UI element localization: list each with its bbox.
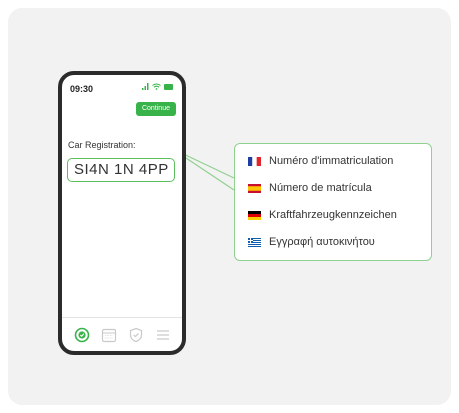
translation-row-greek: Εγγραφή αυτοκινήτου — [248, 236, 375, 248]
translation-text-greek: Εγγραφή αυτοκινήτου — [269, 236, 375, 248]
continue-button[interactable]: Continue — [135, 102, 176, 116]
phone-mockup: 09:30 Continue Car Registration: SI4N 1N… — [58, 71, 186, 355]
germany-flag-icon — [248, 210, 261, 220]
translation-popup: Numéro d'immatriculation Número de matrí… — [234, 143, 432, 261]
translation-row-french: Numéro d'immatriculation — [248, 155, 393, 167]
battery-icon — [164, 83, 173, 90]
greece-flag-icon — [248, 237, 261, 247]
translation-row-spanish: Número de matrícula — [248, 182, 372, 194]
france-flag-icon — [248, 156, 261, 166]
shield-check-icon[interactable] — [128, 327, 144, 343]
translation-text-french: Numéro d'immatriculation — [269, 155, 394, 167]
check-circle-icon[interactable] — [74, 327, 90, 343]
calendar-icon[interactable] — [101, 327, 117, 343]
registration-input[interactable]: SI4N 1N 4PP — [67, 158, 175, 182]
spain-flag-icon — [248, 183, 261, 193]
translation-row-german: Kraftfahrzeugkennzeichen — [248, 209, 397, 221]
status-icons — [142, 83, 174, 90]
status-bar: 09:30 — [62, 75, 182, 99]
wifi-icon — [152, 83, 161, 90]
translation-text-german: Kraftfahrzeugkennzeichen — [269, 209, 397, 221]
signal-icon — [142, 83, 149, 90]
translation-text-spanish: Número de matrícula — [269, 182, 372, 194]
menu-icon[interactable] — [155, 327, 171, 343]
status-time: 09:30 — [70, 84, 94, 94]
car-registration-label: Car Registration: — [68, 140, 136, 150]
bottom-nav — [62, 317, 182, 351]
